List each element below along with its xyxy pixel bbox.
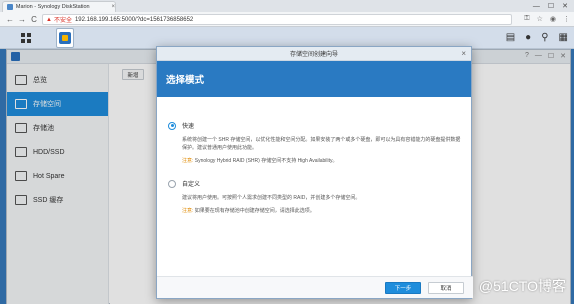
tab-close-icon[interactable]: × — [111, 4, 115, 10]
browser-tab[interactable]: Marion - Synology DiskStation × — [2, 1, 116, 12]
extension-icon[interactable]: ◉ — [550, 15, 556, 23]
wizard-step-title: 选择模式 — [166, 75, 205, 86]
reload-icon[interactable]: C — [28, 15, 40, 24]
window-controls: — ☐ ✕ — [533, 0, 572, 12]
window-close-icon[interactable]: ✕ — [562, 2, 568, 10]
key-icon[interactable]: ⚿ — [524, 15, 529, 23]
forward-icon[interactable]: → — [16, 15, 28, 24]
note-text: 如果要在现有存储池中创建存储空间，请选择此选项。 — [194, 208, 315, 214]
option-label: 自定义 — [182, 182, 201, 188]
watermark-text: @51CTO博客 — [478, 278, 566, 294]
option-note: 注意: 如果要在现有存储池中创建存储空间，请选择此选项。 — [182, 207, 462, 214]
option-description: 系统将创建一个 SHR 存储空间，以优化性能和空间分配。如果安装了两个或多个硬盘… — [182, 137, 461, 151]
warning-icon: ▲ — [46, 16, 52, 23]
watermark: @51CTO博客 — [479, 276, 566, 296]
widgets-icon[interactable]: ▦ — [559, 32, 568, 43]
back-icon[interactable]: ← — [4, 15, 16, 24]
radio-row-quick[interactable]: 快速 — [168, 121, 462, 130]
storage-creation-wizard: 存储空间创建向导 × 选择模式 快速 系统将创建一个 SHR 存储空间，以优化性… — [156, 46, 473, 299]
dsm-right-icons: ▤ ● ⚲ ▦ — [506, 32, 568, 43]
option-description: 建议将用户使用。可按照个人需求创建不同类型的 RAID，并创建多个存储空间。 — [182, 195, 361, 201]
menu-icon[interactable]: ⋮ — [563, 15, 570, 23]
option-quick: 快速 系统将创建一个 SHR 存储空间，以优化性能和空间分配。如果安装了两个或多… — [168, 121, 462, 164]
address-bar-actions: ⚿ ☆ ◉ ⋮ — [524, 15, 570, 23]
insecure-label: 不安全 — [53, 18, 72, 24]
radio-row-custom[interactable]: 自定义 — [168, 179, 462, 188]
browser-tab-bar: Marion - Synology DiskStation × — ☐ ✕ — [0, 0, 574, 12]
user-icon[interactable]: ● — [525, 32, 531, 43]
next-button[interactable]: 下一步 — [385, 282, 421, 294]
url-input[interactable]: ▲ 不安全 192.168.199.165:5000/?dc=156173685… — [42, 14, 512, 25]
star-icon[interactable]: ☆ — [537, 15, 543, 23]
wizard-footer: 下一步 取消 — [157, 276, 473, 298]
radio-custom[interactable] — [168, 179, 176, 188]
minimize-icon[interactable]: — — [533, 3, 540, 10]
storage-manager-taskbar-button[interactable] — [56, 28, 74, 48]
main-menu-button[interactable] — [8, 29, 44, 47]
option-custom: 自定义 建议将用户使用。可按照个人需求创建不同类型的 RAID，并创建多个存储空… — [168, 179, 462, 214]
tab-title: Marion - Synology DiskStation — [15, 4, 90, 10]
option-label: 快速 — [182, 124, 195, 130]
grid-icon — [21, 33, 31, 43]
cancel-button[interactable]: 取消 — [428, 282, 464, 294]
address-bar: ← → C ▲ 不安全 192.168.199.165:5000/?dc=156… — [0, 12, 574, 27]
wizard-title: 存储空间创建向导 — [289, 52, 338, 58]
insecure-indicator[interactable]: ▲ 不安全 — [46, 15, 72, 25]
note-label: 注意: — [182, 158, 194, 164]
option-note: 注意: Synology Hybrid RAID (SHR) 存储空间不支持 H… — [182, 157, 462, 164]
search-icon[interactable]: ⚲ — [541, 32, 548, 43]
maximize-icon[interactable]: ☐ — [548, 2, 554, 10]
note-label: 注意: — [182, 208, 194, 214]
synology-favicon-icon — [7, 4, 13, 10]
note-text: Synology Hybrid RAID (SHR) 存储空间不支持 High … — [194, 158, 338, 164]
chat-icon[interactable]: ▤ — [506, 32, 515, 43]
storage-manager-icon — [59, 32, 71, 44]
wizard-header: 选择模式 — [157, 61, 471, 97]
radio-quick[interactable] — [168, 121, 176, 130]
wizard-titlebar[interactable]: 存储空间创建向导 × — [157, 47, 471, 61]
url-text: 192.168.199.165:5000/?dc=1561736858652 — [74, 16, 194, 23]
wizard-close-icon[interactable]: × — [461, 49, 466, 58]
